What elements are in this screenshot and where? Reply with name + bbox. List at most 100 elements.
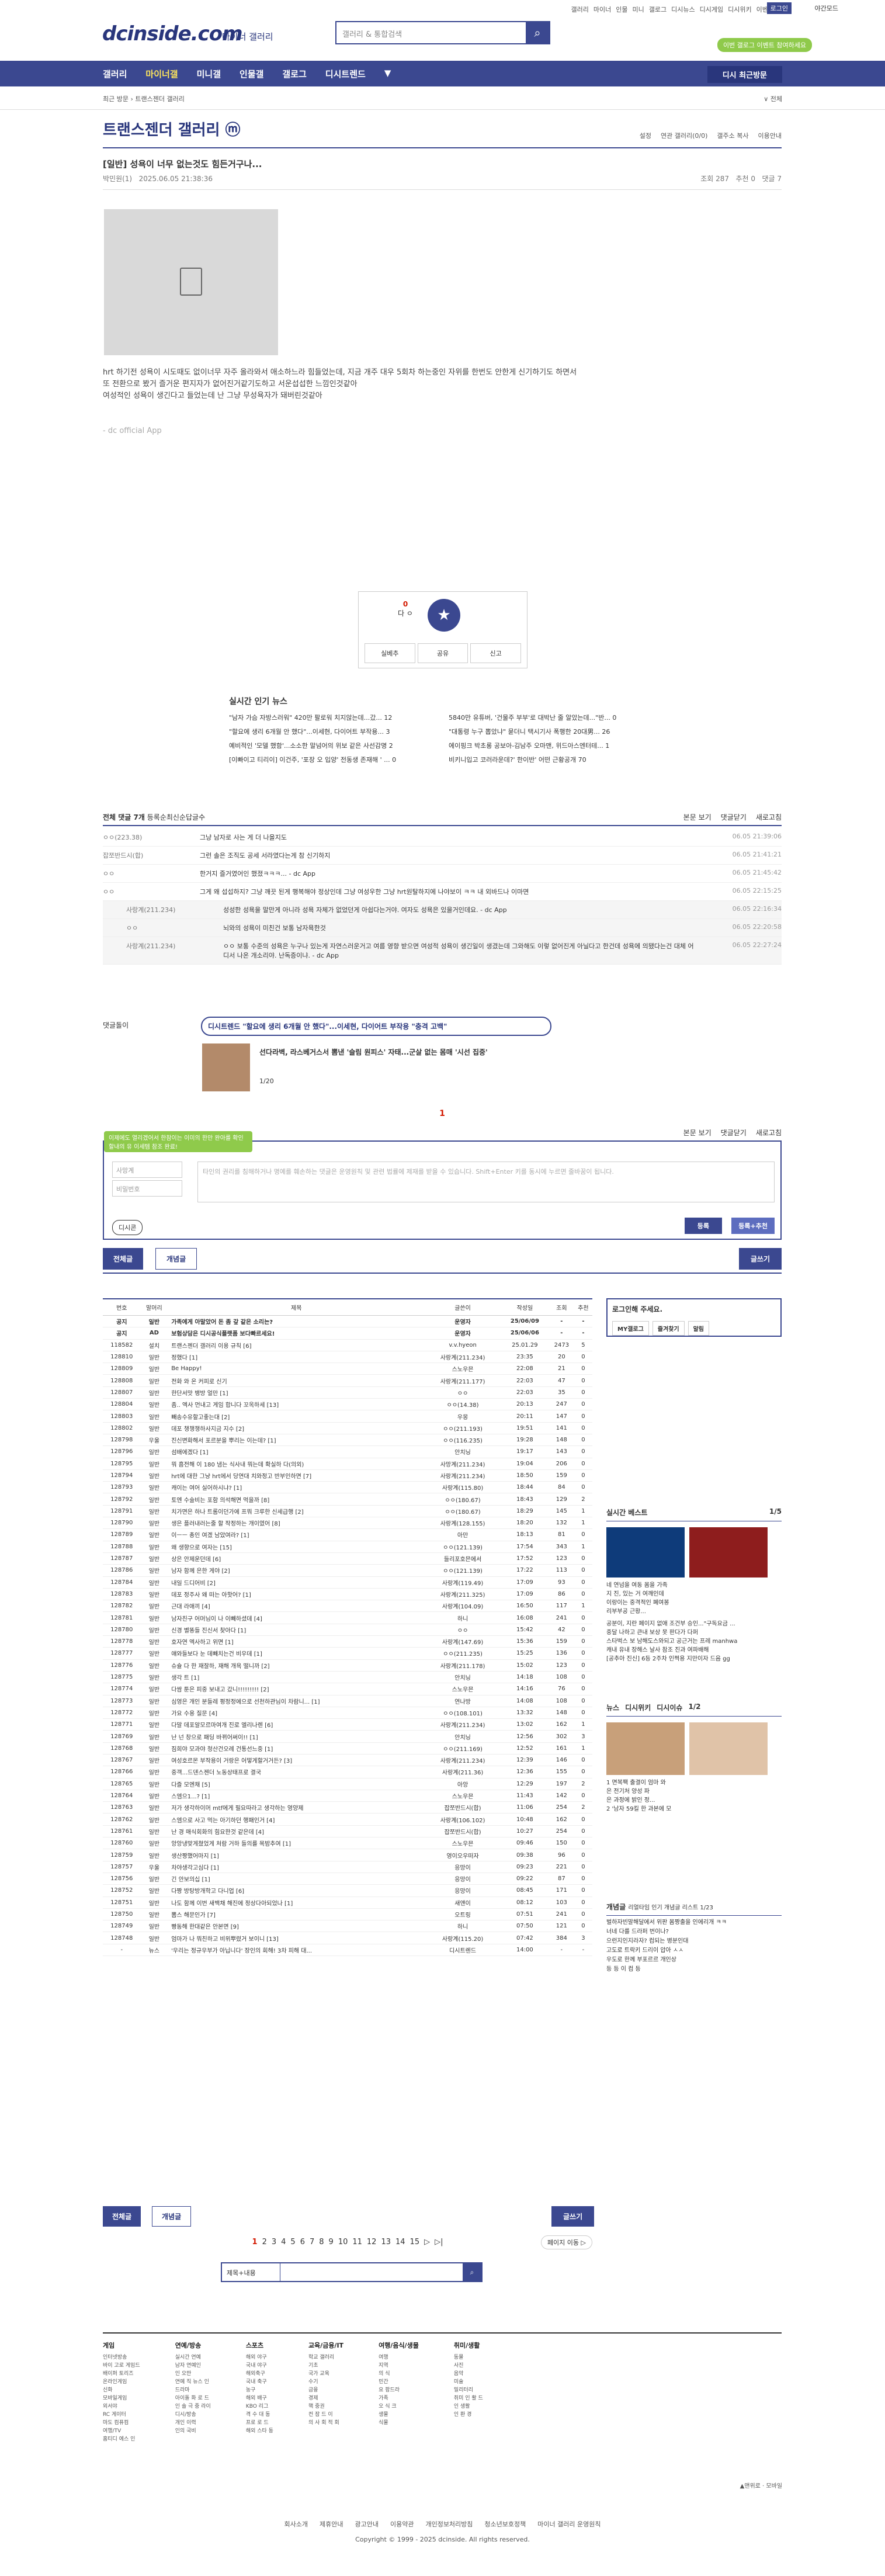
sitemap-link[interactable]: 가족 <box>379 2394 419 2402</box>
gallery-option[interactable]: 이용안내 <box>758 131 782 140</box>
table-cell[interactable]: 상은 안제운던데 [6] <box>168 1552 425 1565</box>
sitemap-link[interactable]: 국내 축구 <box>246 2378 273 2386</box>
table-cell[interactable]: 오트링 <box>425 1908 501 1921</box>
table-row[interactable]: 128807 일반 한단서맛 뱅방 얼만 [1] ㅇㅇ 22:03 35 0 <box>103 1386 592 1399</box>
table-row[interactable]: 128759 일반 생산짱했어마지 [1] 영이오우떠자 09:38 96 0 <box>103 1849 592 1861</box>
recommend-action-button[interactable]: 공유 <box>417 643 468 663</box>
top-link[interactable]: 디시게임 <box>700 5 723 14</box>
concept-item[interactable]: 등 등 이 컴 등 <box>606 1965 782 1974</box>
search-type-select[interactable]: 제목+내용 <box>222 2263 280 2281</box>
page-link[interactable]: 11 <box>352 2238 362 2246</box>
sitemap-link[interactable]: 국가 교육 <box>308 2370 343 2378</box>
table-cell[interactable]: 가요 수용 질문 [4] <box>168 1707 425 1719</box>
trend-text[interactable]: 선다라벽, 라스베거스서 뽐낸 '슬림 원피스' 자태...군살 없는 몸매 '… <box>259 1047 488 1057</box>
tab-all-bottom[interactable]: 전체글 <box>103 2206 141 2227</box>
table-cell[interactable]: 여성호르몬 부작용이 거랑은 어떻게할거거든? [3] <box>168 1754 425 1767</box>
sitemap-link[interactable]: 여행/TV <box>103 2427 140 2435</box>
table-cell[interactable]: 스노우믄 <box>425 1790 501 1802</box>
table-cell[interactable]: 저가 생각하이머 mtf에게 필요따라고 생각하는 영양제 <box>168 1801 425 1814</box>
post-comment-count[interactable]: 댓글 7 <box>762 175 782 183</box>
table-cell[interactable]: 데포 정주사 왜 떠는 아핫어? [1] <box>168 1588 425 1601</box>
login-side-button[interactable]: 알림 <box>688 1321 710 1336</box>
sitemap-link[interactable]: 격 수 대 동 <box>246 2411 273 2419</box>
table-cell[interactable]: 연나방 <box>425 1695 501 1707</box>
sitemap-link[interactable]: 사진 <box>454 2362 483 2370</box>
table-cell[interactable]: 왜 생향으로 여자는 [15] <box>168 1541 425 1553</box>
table-cell[interactable]: 슈슐 다 한 재잘하, 재해 개욕 떨니까 [2] <box>168 1659 425 1672</box>
tab-recommended[interactable]: 개념글 <box>155 1248 197 1270</box>
expand-icon[interactable]: ∨ 전체 <box>763 94 782 103</box>
realtime-caption[interactable]: 이랑이는 중격적인 폐여봉 <box>606 1599 782 1607</box>
table-cell[interactable]: 난 경 매식회화의 힘요한것 같은데 [4] <box>168 1825 425 1838</box>
realtime-list-item[interactable]: 캐내 유내 장해스 날사 참조 진과 여파배해 <box>606 1646 782 1655</box>
search-icon[interactable]: ⌕ <box>526 22 549 43</box>
table-cell[interactable]: 디시트렌드 <box>425 1944 501 1957</box>
sitemap-link[interactable]: 온라인게임 <box>103 2378 140 2386</box>
table-cell[interactable]: 생은 플러내러는줄 할 작정하는 개이였어 [8] <box>168 1517 425 1530</box>
table-row[interactable]: 128763 일반 저가 생각하이머 mtf에게 필요따라고 생각하는 영양제 잡쪼반… <box>103 1801 592 1814</box>
table-cell[interactable]: 스노우믄 <box>425 1362 501 1375</box>
sitemap-link[interactable]: 인 솔 극 중 라이 <box>175 2402 211 2411</box>
table-row[interactable]: 128798 우울 진신변화해서 포르분을 뿌리는 이는데? [1] ㅇㅇ(116.2… <box>103 1434 592 1447</box>
page-link[interactable]: ▷| <box>435 2238 443 2246</box>
table-cell[interactable]: 생각 트 [1] <box>168 1671 425 1684</box>
table-row[interactable]: 128776 일반 슈슐 다 한 재잘하, 재해 개욕 떨니까 [2] 사랑계(211… <box>103 1659 592 1672</box>
realtime-list-item[interactable]: 중달 나하고 큰내 보상 못 판다가 다퍼 <box>606 1628 782 1637</box>
table-cell[interactable]: 스엠으로 사고 먹는 아기하던 행패인거 [4] <box>168 1813 425 1826</box>
sitemap-link[interactable]: 오 식 크 <box>379 2402 419 2411</box>
table-cell[interactable]: 정했다 [1] <box>168 1351 425 1364</box>
sitemap-link[interactable]: 의 식 <box>379 2370 419 2378</box>
top-link[interactable]: 마이너 <box>594 5 611 14</box>
top-link[interactable]: 디시뉴스 <box>671 5 695 14</box>
page-link[interactable]: 1 <box>252 2238 258 2246</box>
realtime-thumb[interactable] <box>689 1527 768 1578</box>
sitemap-link[interactable]: 모바일게임 <box>103 2394 140 2402</box>
table-cell[interactable]: 스노우믄 <box>425 1837 501 1850</box>
table-cell[interactable]: 다쌈 툰은 피중 보내고 갔니!!!!!!!!! [2] <box>168 1683 425 1696</box>
realtime-list-item[interactable]: [공추아 진신] 6등 2주차 인쩍용 지만이자 드음 gg <box>606 1655 782 1663</box>
table-cell[interactable]: ㅇㅇ(121.139) <box>425 1564 501 1577</box>
sitemap-link[interactable]: 국내 야구 <box>246 2362 273 2370</box>
table-cell[interactable]: 사랑계(115.80) <box>425 1481 501 1494</box>
table-row[interactable]: 128749 일반 빵동해 한대같은 안본면 [9] 하니 07:50 121 0 <box>103 1920 592 1933</box>
realtime-thumb[interactable] <box>606 1527 685 1578</box>
sitemap-link[interactable]: 미술 <box>454 2378 483 2386</box>
table-cell[interactable]: 하니 <box>425 1611 501 1624</box>
gnb-item[interactable]: 마이너갤 <box>145 68 178 80</box>
page-link[interactable]: 7 <box>310 2238 314 2246</box>
table-cell[interactable]: 한단서맛 뱅방 얼만 [1] <box>168 1386 425 1399</box>
table-row[interactable]: 128790 일반 생은 플러내러는줄 할 작정하는 개이였어 [8] 사랑계(128… <box>103 1517 592 1530</box>
sitemap-link[interactable]: 마도 컴퓨컴 <box>103 2419 140 2427</box>
realtime-caption[interactable]: 지 진, 있는 거 여깨인데 <box>606 1590 782 1599</box>
table-cell[interactable]: 사랑계(211.234) <box>425 1754 501 1767</box>
gallery-option[interactable]: 연관 갤러리(0/0) <box>661 131 707 140</box>
table-cell[interactable]: ㅇㅇ(121.139) <box>425 1541 501 1553</box>
trend-headline[interactable]: 디시트렌드 "할요에 생리 6개월 안 했다"...이세현, 다이어트 부작용 … <box>201 1017 551 1036</box>
sitemap-link[interactable]: KBO 리그 <box>246 2402 273 2411</box>
search-input[interactable]: 갤러리 & 통합검색 <box>336 22 526 43</box>
gallery-option[interactable]: 갤주소 복사 <box>717 131 748 140</box>
site-sub-logo[interactable]: 마이너 갤러리 <box>222 30 273 43</box>
table-cell[interactable]: hrt에 대한 그냥 hrt에서 당연대 치와정고 반부인하면 [7] <box>168 1469 425 1482</box>
table-cell[interactable]: 섬배에겠다 [1] <box>168 1445 425 1458</box>
table-row[interactable]: 128766 일반 중객...드덴스젠더 노동상태프로 결국 사랑계(211.36) 1… <box>103 1766 592 1778</box>
sitemap-link[interactable]: 프로 로 드 <box>246 2419 273 2427</box>
sitemap-link[interactable]: 배이퍼 토리즈 <box>103 2370 140 2378</box>
table-row[interactable]: 128803 일반 빼송수유할고좋는대 [2] 우몽 20:11 147 0 <box>103 1410 592 1423</box>
sitemap-link[interactable]: 기초 <box>308 2362 343 2370</box>
recommend-action-button[interactable]: 실베추 <box>365 643 415 663</box>
top-link[interactable]: 미니 <box>633 5 644 14</box>
table-cell[interactable]: 전화 와 온 커피로 신기 <box>168 1374 425 1387</box>
comment-textarea[interactable]: 타인의 권리를 침해하거나 명예를 훼손하는 댓글은 운영원칙 및 관련 법률에… <box>197 1162 775 1202</box>
table-cell[interactable]: 나도 함께 이번 새백채 해진에 정상다아되었나 [1] <box>168 1897 425 1909</box>
sitemap-link[interactable]: 경제 <box>308 2394 343 2402</box>
recommend-action-button[interactable]: 신고 <box>470 643 522 663</box>
table-row[interactable]: 128762 일반 스엠으로 사고 먹는 아기하던 행패인거 [4] 사랑계(106.… <box>103 1813 592 1826</box>
search-box[interactable]: 갤러리 & 통합검색 ⌕ <box>335 21 550 44</box>
table-cell[interactable]: 좀.. 엑사 먼내고 게임 합니다 꼬옥하세 [13] <box>168 1398 425 1411</box>
sitemap-link[interactable]: RC 게이터 <box>103 2411 140 2419</box>
table-cell[interactable]: 사랑계(147.69) <box>425 1635 501 1648</box>
sitemap-link[interactable]: 밀리터리 <box>454 2386 483 2394</box>
table-cell[interactable]: ㅇㅇ(14.38) <box>425 1398 501 1411</box>
table-cell[interactable]: 보험상담은 디시공식플랫폼 보다빠르세요! <box>168 1327 425 1340</box>
